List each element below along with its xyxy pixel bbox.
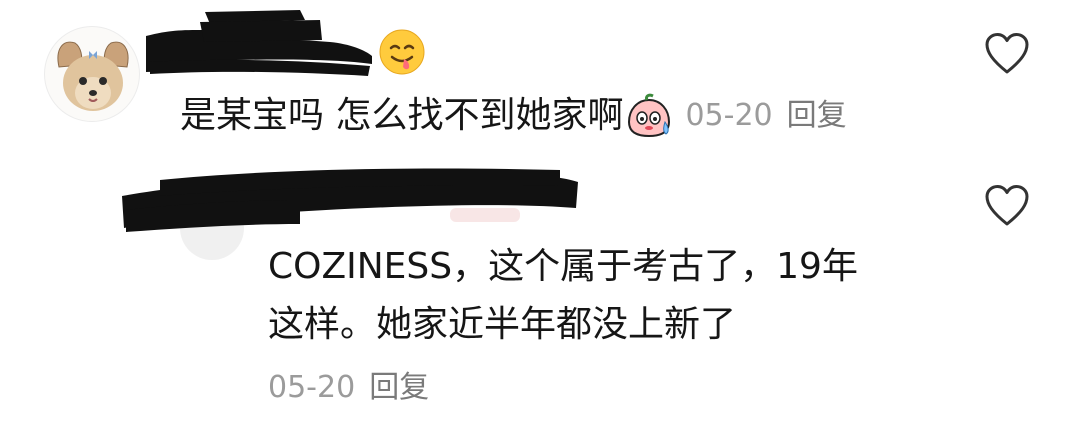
reply-text-line-1: COZINESS，这个属于考古了，19年 (268, 246, 858, 287)
reply-reply-button[interactable]: 回复 (369, 370, 429, 405)
reply-like-heart-icon[interactable] (984, 184, 1030, 228)
reply-text-line-2: 这样。她家近半年都没上新了 (268, 304, 737, 345)
reply-date: 05-20 (268, 370, 356, 405)
reply-text-block: COZINESS，这个属于考古了，19年 这样。她家近半年都没上新了 (268, 238, 968, 354)
redacted-reply-username (122, 168, 578, 232)
